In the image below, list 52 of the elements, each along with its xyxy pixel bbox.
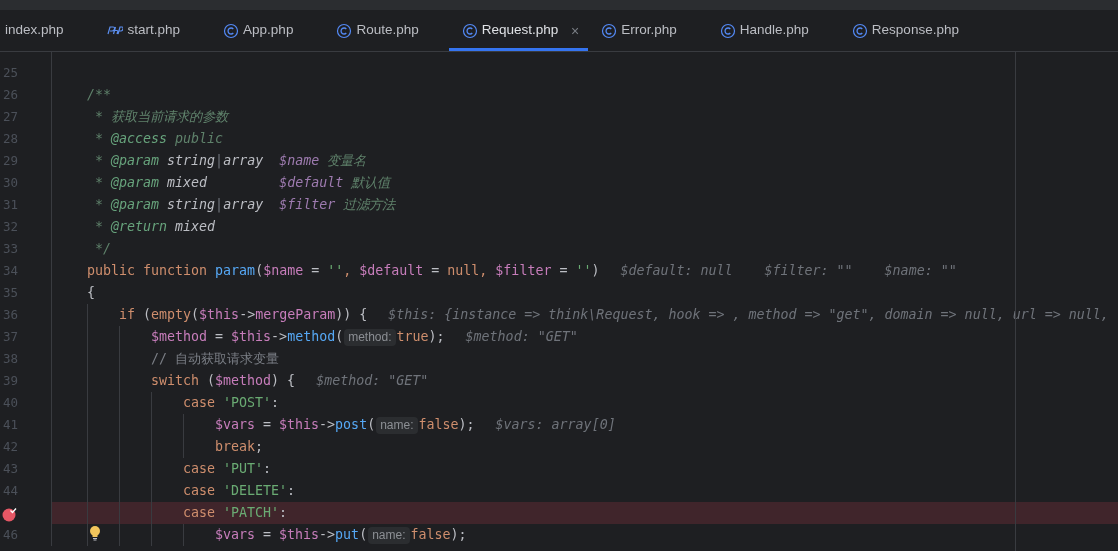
- inline-value-hint: $filter: "": [764, 262, 853, 281]
- code-text: false);: [418, 416, 475, 435]
- inline-value-hint: $this: {instance => think\Request, hook => , method => "get", domain => null, url => null,: [388, 306, 1109, 325]
- code-text: * @param string|array $name 变量名: [95, 152, 367, 171]
- inline-value-hint: $method: "GET": [465, 328, 578, 347]
- class-icon: [336, 22, 353, 39]
- code-text: /**: [87, 86, 112, 105]
- close-tab-button[interactable]: ×: [571, 23, 580, 38]
- parameter-hint: name:: [376, 416, 418, 434]
- inline-value-hint: $name: "": [884, 262, 957, 281]
- class-icon: [601, 22, 618, 39]
- code-text: break;: [215, 438, 264, 457]
- file-tab[interactable]: index.php: [0, 10, 94, 51]
- code-text: false);: [410, 526, 467, 545]
- code-text: case 'PATCH':: [183, 504, 288, 523]
- code-text: if (empty($this->mergeParam)) {: [119, 306, 368, 325]
- code-text: * @access public: [95, 130, 224, 149]
- class-icon: [461, 22, 478, 39]
- code-text: {: [87, 284, 95, 303]
- code-text: case 'POST':: [183, 394, 280, 413]
- php-file-icon: [106, 26, 123, 35]
- class-icon: [719, 22, 736, 39]
- class-icon: [851, 22, 868, 39]
- code-text: $vars = $this->put(: [215, 526, 368, 545]
- code-text: * 获取当前请求的参数: [95, 108, 228, 127]
- parameter-hint: method:: [344, 328, 396, 346]
- inline-value-hint: $default: null: [620, 262, 733, 281]
- code-text: public function param($name = '', $default = null, $filter = ''): [87, 262, 600, 281]
- code-text: */: [95, 240, 111, 259]
- class-icon: [223, 22, 240, 39]
- parameter-hint: name:: [368, 526, 410, 544]
- code-text: true);: [396, 328, 445, 347]
- code-text: switch ($method) {: [151, 372, 296, 391]
- inline-value-hint: $vars: array[0]: [495, 416, 616, 435]
- code-text: * @return mixed: [95, 218, 216, 237]
- code-text: case 'PUT':: [183, 460, 272, 479]
- code-text: * @param mixed $default 默认值: [95, 174, 391, 193]
- code-text: $vars = $this->post(: [215, 416, 376, 435]
- file-tab[interactable]: Error.php: [588, 10, 707, 51]
- file-tab[interactable]: start.php: [93, 10, 211, 51]
- file-tab[interactable]: Handle.php: [706, 10, 839, 51]
- file-tab[interactable]: Route.php: [323, 10, 449, 51]
- code-text: // 自动获取请求变量: [151, 350, 280, 369]
- file-tab[interactable]: Request.php ×: [448, 10, 589, 51]
- breakpoint-icon[interactable]: [1, 506, 17, 522]
- code-text: * @param string|array $filter 过滤方法: [95, 196, 396, 215]
- file-tab[interactable]: Response.php: [838, 10, 989, 51]
- inline-value-hint: $method: "GET": [316, 372, 429, 391]
- code-text: case 'DELETE':: [183, 482, 296, 501]
- code-text: $method = $this->method(: [151, 328, 344, 347]
- file-tab[interactable]: App.php: [210, 10, 324, 51]
- lightbulb-icon[interactable]: [89, 525, 101, 541]
